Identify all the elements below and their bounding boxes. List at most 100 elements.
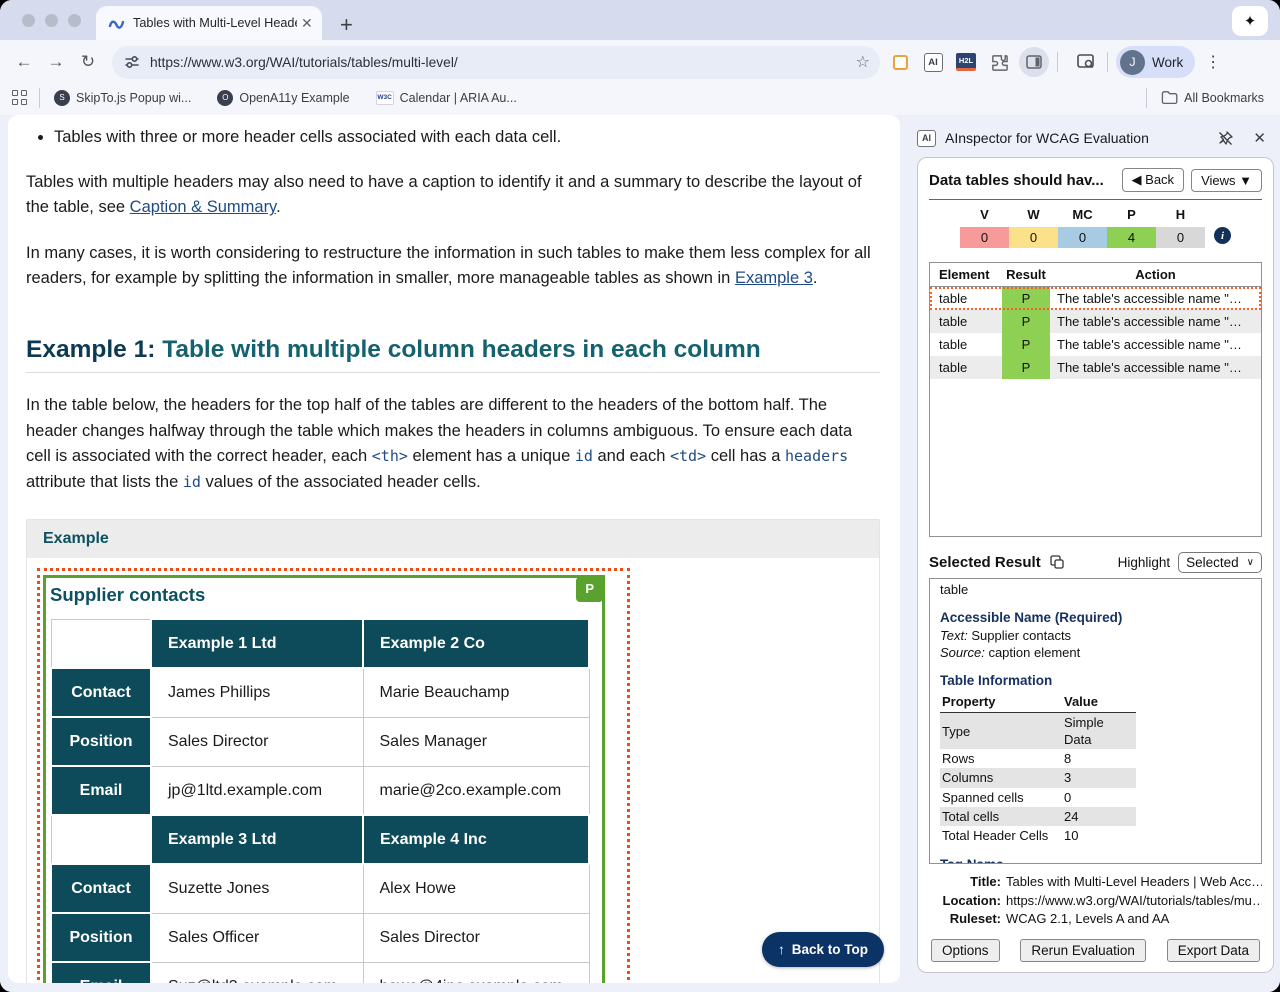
meta-title-label: Title:: [929, 873, 1001, 891]
forward-button[interactable]: →: [40, 46, 72, 78]
meta-location-value: https://www.w3.org/WAI/tutorials/tables/…: [1006, 892, 1262, 910]
window-close-button[interactable]: [22, 14, 35, 27]
toolbar-separator: [1107, 52, 1108, 72]
highlight-select[interactable]: Selected∨: [1178, 552, 1262, 573]
bookmark-favicon: S: [54, 90, 70, 106]
bookmark-favicon: O: [217, 90, 233, 106]
extension-pages-button[interactable]: [887, 49, 913, 75]
bookmark-favicon-w3c: W3C: [376, 91, 394, 105]
options-button[interactable]: Options: [931, 939, 1000, 962]
ainspector-side-panel: AI AInspector for WCAG Evaluation ✕ Data…: [900, 115, 1280, 992]
inspector-pass-highlight: P Supplier contacts Example 1 Ltd Exampl…: [43, 575, 605, 983]
info-icon[interactable]: i: [1214, 227, 1231, 244]
window-controls[interactable]: [22, 14, 81, 27]
copy-icon[interactable]: [1049, 554, 1065, 570]
sparkle-icon: ✦: [1244, 12, 1257, 30]
extensions-puzzle-button[interactable]: [986, 49, 1012, 75]
result-row[interactable]: table P The table's accessible name "…: [930, 333, 1261, 356]
summary-count-manual-checks: 0: [1058, 227, 1107, 248]
chevron-down-icon: ∨: [1247, 557, 1254, 568]
meta-ruleset-value: WCAG 2.1, Levels A and AA: [1006, 910, 1262, 928]
result-row-selected[interactable]: table P The table's accessible name "…: [930, 287, 1261, 311]
property-row: Rows8: [940, 749, 1136, 768]
browser-toolbar: ← → ↻ https://www.w3.org/WAI/tutorials/t…: [0, 40, 1280, 84]
accessible-name-text: Text: Supplier contacts: [940, 627, 1251, 644]
export-data-button[interactable]: Export Data: [1167, 939, 1260, 962]
property-header: Property: [940, 692, 1062, 713]
table-cell: Suzette Jones: [151, 864, 363, 913]
bookmark-calendar-aria[interactable]: W3C Calendar | ARIA Au...: [376, 91, 517, 105]
table-row: Example 1 Ltd Example 2 Co: [51, 619, 589, 668]
bookmark-skipto[interactable]: S SkipTo.js Popup wi...: [54, 90, 191, 106]
row-header: Email: [51, 962, 151, 983]
results-header-action: Action: [1050, 263, 1261, 287]
column-header: Example 3 Ltd: [151, 815, 363, 864]
meta-ruleset-label: Ruleset:: [929, 910, 1001, 928]
meta-title-value: Tables with Multi-Level Headers | Web Ac…: [1006, 873, 1262, 891]
accessible-name-source: Source: caption element: [940, 644, 1251, 661]
window-minimize-button[interactable]: [45, 14, 58, 27]
close-panel-icon[interactable]: ✕: [1253, 129, 1266, 147]
paragraph-restructure: In many cases, it is worth considering t…: [26, 241, 880, 292]
caption-summary-link[interactable]: Caption & Summary: [130, 198, 276, 216]
table-cell: Sales Director: [151, 717, 363, 766]
extension-h2l-button[interactable]: H2L: [953, 49, 979, 75]
property-row: Total cells24: [940, 807, 1136, 826]
window-zoom-button[interactable]: [68, 14, 81, 27]
table-cell: marie@2co.example.com: [363, 766, 589, 815]
divider: [929, 199, 1262, 200]
panel-search-button[interactable]: [1073, 49, 1099, 75]
table-row: Contact James Phillips Marie Beauchamp: [51, 668, 589, 717]
bookmark-opena11y[interactable]: O OpenA11y Example: [217, 90, 349, 106]
folder-icon: [1161, 90, 1178, 105]
browser-window: Tables with Multi-Level Headers ✕ + ✦ ← …: [0, 0, 1280, 992]
result-row[interactable]: table P The table's accessible name "…: [930, 356, 1261, 379]
back-to-top-button[interactable]: ↑ Back to Top: [762, 932, 884, 967]
unpin-icon[interactable]: [1217, 130, 1234, 147]
tab-close-icon[interactable]: ✕: [301, 15, 313, 32]
result-row[interactable]: table P The table's accessible name "…: [930, 310, 1261, 333]
rerun-evaluation-button[interactable]: Rerun Evaluation: [1020, 939, 1146, 962]
pages-icon: [893, 55, 908, 70]
views-menu-button[interactable]: Views ▼: [1191, 169, 1262, 192]
extension-ai-button[interactable]: AI: [920, 49, 946, 75]
arrow-up-icon: ↑: [778, 942, 785, 957]
column-header: Example 4 Inc: [363, 815, 589, 864]
browser-tab[interactable]: Tables with Multi-Level Headers ✕: [96, 6, 322, 40]
summary-count-violations: 0: [960, 227, 1009, 248]
back-view-button[interactable]: ◀ Back: [1122, 168, 1185, 192]
new-tab-button[interactable]: +: [340, 14, 353, 36]
table-cell: James Phillips: [151, 668, 363, 717]
tune-icon[interactable]: [124, 54, 140, 70]
code-headers: headers: [785, 447, 848, 465]
table-information-heading: Table Information: [940, 672, 1251, 690]
meta-location-label: Location:: [929, 892, 1001, 910]
table-row: Email Suz@ltd3.example.com howe@4inc.exa…: [51, 962, 589, 983]
all-bookmarks-button[interactable]: All Bookmarks: [1161, 90, 1264, 105]
table-row: Example 3 Ltd Example 4 Inc: [51, 815, 589, 864]
address-bar[interactable]: https://www.w3.org/WAI/tutorials/tables/…: [112, 46, 880, 79]
reload-button[interactable]: ↻: [72, 46, 104, 78]
results-header-element: Element: [930, 263, 1002, 287]
example-header: Example: [27, 520, 879, 558]
puzzle-icon: [990, 53, 1009, 72]
bookmarks-separator: [39, 88, 40, 108]
example-3-link[interactable]: Example 3: [735, 269, 813, 287]
browser-menu-button[interactable]: ⋮: [1205, 52, 1221, 72]
h2l-icon: H2L: [956, 53, 976, 71]
sparkle-button[interactable]: ✦: [1232, 6, 1268, 36]
table-row: Position Sales Director Sales Manager: [51, 717, 589, 766]
side-panel-toggle-button[interactable]: [1019, 47, 1049, 77]
table-cell: Sales Manager: [363, 717, 589, 766]
row-header: Email: [51, 766, 151, 815]
web-page: Tables with three or more header cells a…: [8, 115, 900, 983]
example-body: P Supplier contacts Example 1 Ltd Exampl…: [27, 558, 879, 983]
table-caption: Supplier contacts: [50, 584, 590, 606]
result-summary: V0 W0 MC0 P4 H0: [960, 207, 1205, 248]
bookmark-star-icon[interactable]: ☆: [856, 52, 870, 72]
rule-group-title: Data tables should hav...: [929, 172, 1115, 189]
profile-chip[interactable]: J Work: [1116, 46, 1195, 78]
back-button[interactable]: ←: [8, 46, 40, 78]
url-text: https://www.w3.org/WAI/tutorials/tables/…: [150, 55, 856, 70]
apps-grid-icon[interactable]: [12, 90, 27, 105]
